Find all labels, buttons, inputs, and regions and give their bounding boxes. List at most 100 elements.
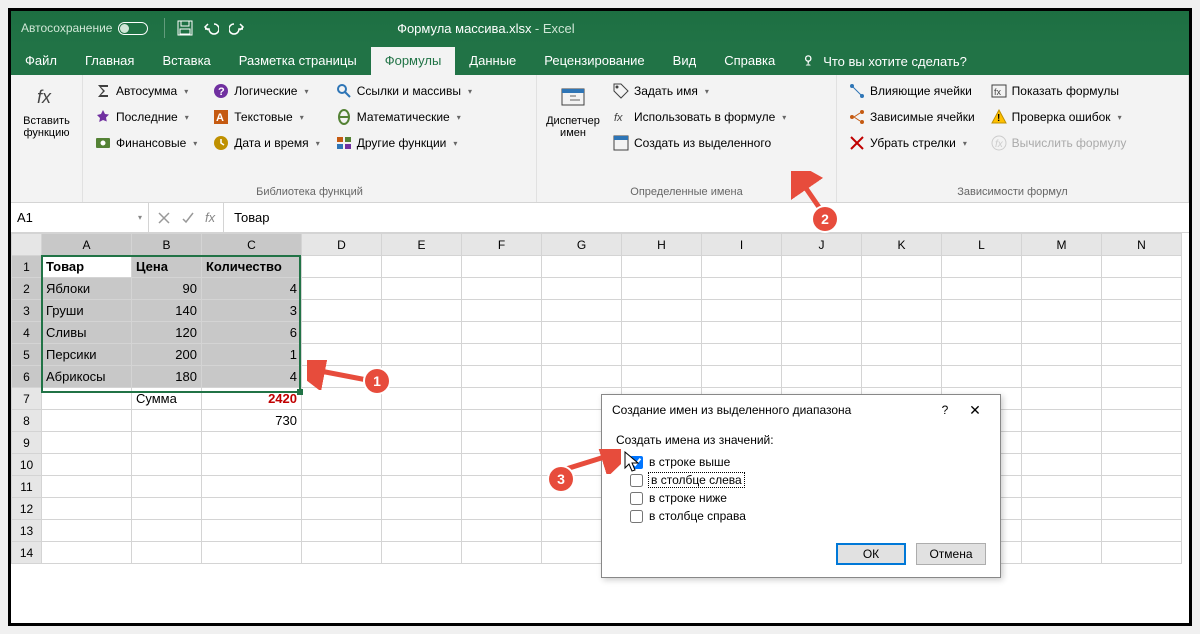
cell-D10[interactable] bbox=[302, 454, 382, 476]
error-checking-button[interactable]: !Проверка ошибок▾ bbox=[985, 105, 1133, 129]
cell-F4[interactable] bbox=[462, 322, 542, 344]
insert-function-button[interactable]: fx Вставить функцию bbox=[17, 79, 76, 184]
cell-H2[interactable] bbox=[622, 278, 702, 300]
checkbox-right-col[interactable] bbox=[630, 510, 643, 523]
cell-F3[interactable] bbox=[462, 300, 542, 322]
cell-M3[interactable] bbox=[1022, 300, 1102, 322]
selection-handle[interactable] bbox=[297, 389, 303, 395]
cell-B1[interactable]: Цена bbox=[132, 256, 202, 278]
show-formulas-button[interactable]: fxПоказать формулы bbox=[985, 79, 1133, 103]
cell-J2[interactable] bbox=[782, 278, 862, 300]
cell-M13[interactable] bbox=[1022, 520, 1102, 542]
cell-D12[interactable] bbox=[302, 498, 382, 520]
cell-M11[interactable] bbox=[1022, 476, 1102, 498]
dialog-close-button[interactable]: ✕ bbox=[960, 402, 990, 419]
cell-N13[interactable] bbox=[1102, 520, 1182, 542]
cell-A10[interactable] bbox=[42, 454, 132, 476]
name-box[interactable]: A1▾ bbox=[11, 203, 149, 232]
cell-F6[interactable] bbox=[462, 366, 542, 388]
date-button[interactable]: Дата и время▾ bbox=[207, 131, 325, 155]
cell-B3[interactable]: 140 bbox=[132, 300, 202, 322]
cell-E10[interactable] bbox=[382, 454, 462, 476]
cell-A7[interactable] bbox=[42, 388, 132, 410]
cell-A1[interactable]: Товар bbox=[42, 256, 132, 278]
cell-N12[interactable] bbox=[1102, 498, 1182, 520]
cell-C5[interactable]: 1 bbox=[202, 344, 302, 366]
math-button[interactable]: Математические▾ bbox=[330, 105, 478, 129]
cell-M12[interactable] bbox=[1022, 498, 1102, 520]
tab-formulas[interactable]: Формулы bbox=[371, 47, 456, 75]
cell-E5[interactable] bbox=[382, 344, 462, 366]
cell-N5[interactable] bbox=[1102, 344, 1182, 366]
row-header-7[interactable]: 7 bbox=[12, 388, 42, 410]
cell-B12[interactable] bbox=[132, 498, 202, 520]
cell-B11[interactable] bbox=[132, 476, 202, 498]
cell-G6[interactable] bbox=[542, 366, 622, 388]
cell-F12[interactable] bbox=[462, 498, 542, 520]
cell-L1[interactable] bbox=[942, 256, 1022, 278]
row-header-1[interactable]: 1 bbox=[12, 256, 42, 278]
cell-N3[interactable] bbox=[1102, 300, 1182, 322]
cell-A14[interactable] bbox=[42, 542, 132, 564]
row-header-10[interactable]: 10 bbox=[12, 454, 42, 476]
cell-B2[interactable]: 90 bbox=[132, 278, 202, 300]
col-header-C[interactable]: C bbox=[202, 234, 302, 256]
save-icon[interactable] bbox=[177, 20, 193, 36]
fx-icon[interactable]: fx bbox=[205, 210, 215, 225]
cell-F14[interactable] bbox=[462, 542, 542, 564]
cell-C9[interactable] bbox=[202, 432, 302, 454]
cell-N10[interactable] bbox=[1102, 454, 1182, 476]
cell-F11[interactable] bbox=[462, 476, 542, 498]
cell-K2[interactable] bbox=[862, 278, 942, 300]
autosave-toggle[interactable] bbox=[118, 22, 148, 35]
cell-B10[interactable] bbox=[132, 454, 202, 476]
cell-K6[interactable] bbox=[862, 366, 942, 388]
cell-E1[interactable] bbox=[382, 256, 462, 278]
cell-M9[interactable] bbox=[1022, 432, 1102, 454]
remove-arrows-button[interactable]: Убрать стрелки▾ bbox=[843, 131, 981, 155]
cell-H1[interactable] bbox=[622, 256, 702, 278]
cell-B7[interactable]: Сумма bbox=[132, 388, 202, 410]
cell-D1[interactable] bbox=[302, 256, 382, 278]
cell-F10[interactable] bbox=[462, 454, 542, 476]
cell-M7[interactable] bbox=[1022, 388, 1102, 410]
cell-K3[interactable] bbox=[862, 300, 942, 322]
cell-M10[interactable] bbox=[1022, 454, 1102, 476]
cell-N6[interactable] bbox=[1102, 366, 1182, 388]
tab-layout[interactable]: Разметка страницы bbox=[225, 47, 371, 75]
cell-D4[interactable] bbox=[302, 322, 382, 344]
autosave[interactable]: Автосохранение bbox=[11, 21, 158, 35]
cell-E8[interactable] bbox=[382, 410, 462, 432]
cell-I3[interactable] bbox=[702, 300, 782, 322]
cell-J3[interactable] bbox=[782, 300, 862, 322]
grid[interactable]: ABCDEFGHIJKLMN1ТоварЦенаКоличество2Яблок… bbox=[11, 233, 1189, 623]
cell-F2[interactable] bbox=[462, 278, 542, 300]
col-header-M[interactable]: M bbox=[1022, 234, 1102, 256]
cell-N14[interactable] bbox=[1102, 542, 1182, 564]
row-header-14[interactable]: 14 bbox=[12, 542, 42, 564]
cell-E3[interactable] bbox=[382, 300, 462, 322]
cell-B6[interactable]: 180 bbox=[132, 366, 202, 388]
tab-home[interactable]: Главная bbox=[71, 47, 148, 75]
tab-help[interactable]: Справка bbox=[710, 47, 789, 75]
cell-D9[interactable] bbox=[302, 432, 382, 454]
cell-C12[interactable] bbox=[202, 498, 302, 520]
cell-E12[interactable] bbox=[382, 498, 462, 520]
cell-G1[interactable] bbox=[542, 256, 622, 278]
col-header-D[interactable]: D bbox=[302, 234, 382, 256]
cell-G3[interactable] bbox=[542, 300, 622, 322]
cell-N4[interactable] bbox=[1102, 322, 1182, 344]
create-from-selection-button[interactable]: Создать из выделенного bbox=[607, 131, 792, 155]
cell-A3[interactable]: Груши bbox=[42, 300, 132, 322]
cell-D3[interactable] bbox=[302, 300, 382, 322]
cell-N11[interactable] bbox=[1102, 476, 1182, 498]
cancel-icon[interactable] bbox=[157, 211, 171, 225]
ok-button[interactable]: ОК bbox=[836, 543, 906, 565]
col-header-G[interactable]: G bbox=[542, 234, 622, 256]
cell-E2[interactable] bbox=[382, 278, 462, 300]
cell-L3[interactable] bbox=[942, 300, 1022, 322]
define-name-button[interactable]: Задать имя▾ bbox=[607, 79, 792, 103]
trace-precedents-button[interactable]: Влияющие ячейки bbox=[843, 79, 981, 103]
cell-F7[interactable] bbox=[462, 388, 542, 410]
cell-M14[interactable] bbox=[1022, 542, 1102, 564]
